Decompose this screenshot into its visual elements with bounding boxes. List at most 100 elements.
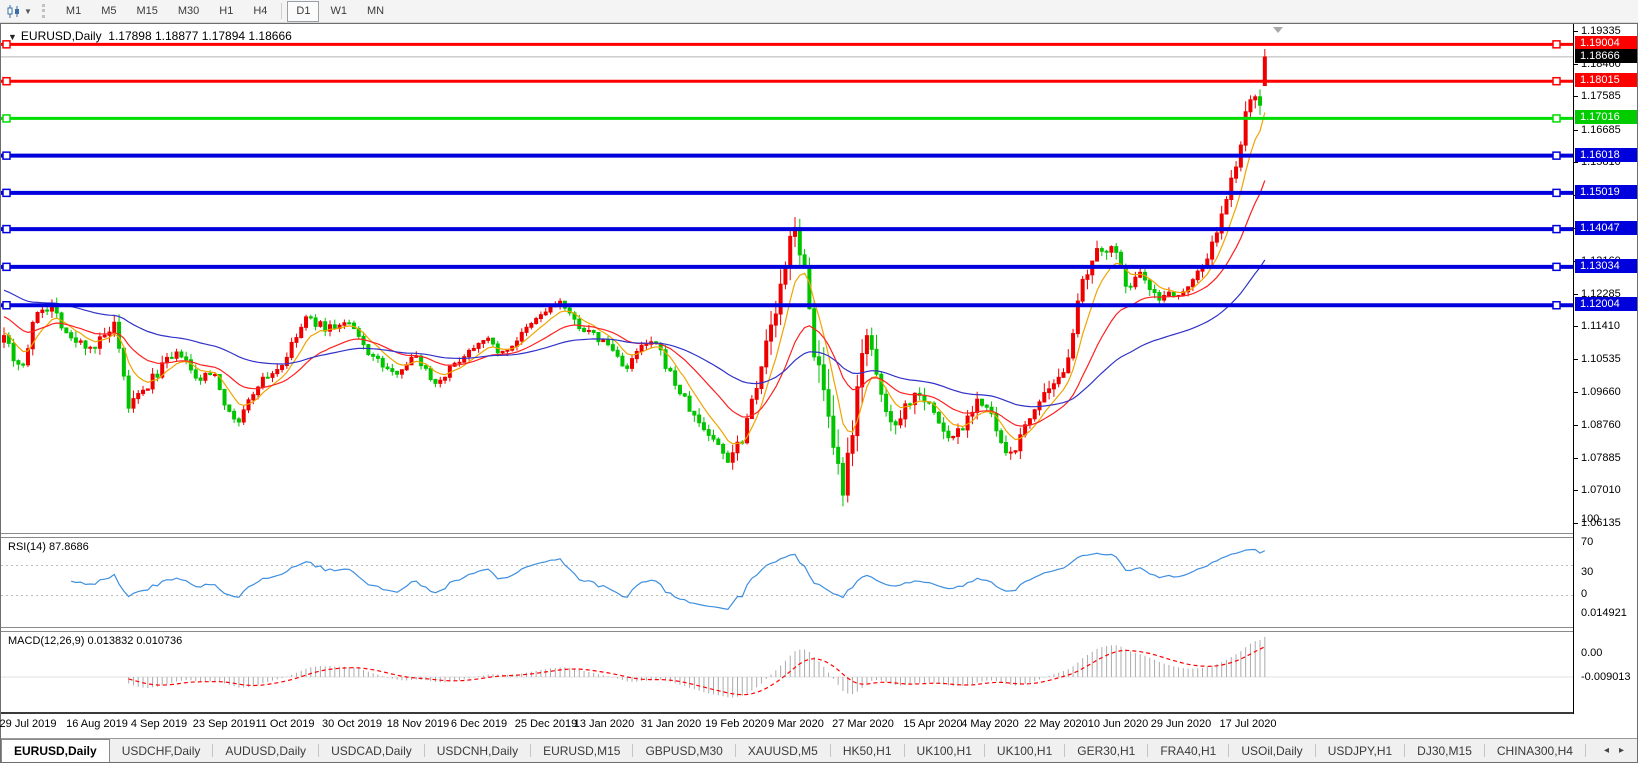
date-axis[interactable]: 29 Jul 201916 Aug 20194 Sep 201923 Sep 2… <box>1 714 1637 737</box>
chart-tab-dj30-m15[interactable]: DJ30,M15 <box>1405 739 1484 762</box>
axis-tick-label[interactable]: 1.09660 <box>1581 386 1621 398</box>
axis-tick[interactable] <box>1574 31 1578 32</box>
price-level-badge[interactable]: 1.15019 <box>1575 185 1637 199</box>
hline-handle[interactable] <box>1553 41 1560 48</box>
chart-tab-usdchf-daily[interactable]: USDCHF,Daily <box>110 739 213 762</box>
timeframe-button-m1[interactable]: M1 <box>57 1 90 22</box>
chart-tab-audusd-daily[interactable]: AUDUSD,Daily <box>213 739 318 762</box>
date-axis-label[interactable]: 6 Dec 2019 <box>451 718 507 730</box>
chart-tab-usdcnh-daily[interactable]: USDCNH,Daily <box>425 739 530 762</box>
date-axis-label[interactable]: 30 Oct 2019 <box>322 718 382 730</box>
date-axis-label[interactable]: 31 Jan 2020 <box>641 718 702 730</box>
price-level-badge[interactable]: 1.16018 <box>1575 148 1637 162</box>
date-axis-label[interactable]: 27 Mar 2020 <box>832 718 894 730</box>
chart-tab-gbpusd-m30[interactable]: GBPUSD,M30 <box>633 739 734 762</box>
axis-tick[interactable] <box>1574 130 1578 131</box>
timeframe-button-d1[interactable]: D1 <box>287 1 319 22</box>
axis-tick[interactable] <box>1574 96 1578 97</box>
date-axis-label[interactable]: 29 Jul 2019 <box>0 718 56 730</box>
collapse-caret-icon[interactable]: ▼ <box>8 32 17 42</box>
price-level-badge[interactable]: 1.18015 <box>1575 73 1637 87</box>
hline-handle[interactable] <box>3 152 10 159</box>
price-level-badge[interactable]: 1.18666 <box>1575 49 1637 63</box>
rsi-axis-label[interactable]: 100 <box>1581 513 1599 525</box>
hline-handle[interactable] <box>3 78 10 85</box>
hline-handle[interactable] <box>1553 78 1560 85</box>
timeframe-button-mn[interactable]: MN <box>358 1 393 22</box>
price-level-badge[interactable]: 1.13034 <box>1575 259 1637 273</box>
hline-handle[interactable] <box>3 226 10 233</box>
axis-tick-label[interactable]: 1.16685 <box>1581 124 1621 136</box>
date-axis-label[interactable]: 19 Feb 2020 <box>705 718 767 730</box>
macd-pane[interactable]: MACD(12,26,9) 0.013832 0.010736 <box>1 632 1573 712</box>
hline-handle[interactable] <box>1553 302 1560 309</box>
axis-tick[interactable] <box>1574 425 1578 426</box>
rsi-axis-label[interactable]: 70 <box>1581 536 1593 548</box>
date-axis-label[interactable]: 4 May 2020 <box>961 718 1018 730</box>
hline-handle[interactable] <box>1553 189 1560 196</box>
rsi-pane[interactable]: RSI(14) 87.8686 <box>1 538 1573 627</box>
date-axis-label[interactable]: 11 Oct 2019 <box>255 718 314 730</box>
toolbar-grip[interactable] <box>42 4 48 18</box>
timeframe-button-m30[interactable]: M30 <box>169 1 208 22</box>
axis-tick[interactable] <box>1574 359 1578 360</box>
tab-separator[interactable] <box>1585 744 1586 757</box>
hline-handle[interactable] <box>3 302 10 309</box>
chart-tab-china300-h4[interactable]: CHINA300,H4 <box>1485 739 1585 762</box>
axis-tick-label[interactable]: 1.07010 <box>1581 484 1621 496</box>
tab-scroll-right[interactable]: ▸ <box>1614 745 1629 756</box>
timeframe-button-w1[interactable]: W1 <box>321 1 356 22</box>
macd-axis-label[interactable]: -0.009013 <box>1581 671 1631 683</box>
axis-tick[interactable] <box>1574 64 1578 65</box>
axis-tick-label[interactable]: 1.11410 <box>1581 320 1620 332</box>
date-axis-label[interactable]: 25 Dec 2019 <box>515 718 577 730</box>
date-axis-label[interactable]: 10 Jun 2020 <box>1088 718 1149 730</box>
date-axis-label[interactable]: 4 Sep 2019 <box>131 718 187 730</box>
price-axis[interactable]: 1.193351.184601.175851.166851.158101.149… <box>1573 24 1637 714</box>
hline-handle[interactable] <box>3 263 10 270</box>
price-level-badge[interactable]: 1.17016 <box>1575 110 1637 124</box>
hline-handle[interactable] <box>1553 226 1560 233</box>
chart-shift-marker-icon[interactable] <box>1273 27 1283 33</box>
chart-tab-uk100-h1[interactable]: UK100,H1 <box>905 739 984 762</box>
chart-tab-xauusd-m5[interactable]: XAUUSD,M5 <box>736 739 830 762</box>
chart-tab-usdcad-daily[interactable]: USDCAD,Daily <box>319 739 424 762</box>
hline-handle[interactable] <box>1553 115 1560 122</box>
timeframe-button-m5[interactable]: M5 <box>92 1 125 22</box>
axis-tick-label[interactable]: 1.10535 <box>1581 353 1621 365</box>
date-axis-label[interactable]: 22 May 2020 <box>1024 718 1088 730</box>
chart-tab-usdjpy-h1[interactable]: USDJPY,H1 <box>1316 739 1404 762</box>
macd-axis-label[interactable]: 0.00 <box>1581 647 1602 659</box>
rsi-canvas[interactable] <box>1 538 1573 627</box>
chart-tool-dropdown[interactable]: ▼ <box>0 0 36 22</box>
chart-tab-eurusd-daily[interactable]: EURUSD,Daily <box>1 739 110 762</box>
date-axis-label[interactable]: 13 Jan 2020 <box>574 718 635 730</box>
chart-tab-hk50-h1[interactable]: HK50,H1 <box>831 739 904 762</box>
axis-tick[interactable] <box>1574 490 1578 491</box>
chart-tab-ger30-h1[interactable]: GER30,H1 <box>1065 739 1147 762</box>
price-level-badge[interactable]: 1.12004 <box>1575 297 1637 311</box>
timeframe-button-h1[interactable]: H1 <box>210 1 242 22</box>
axis-tick-label[interactable]: 1.07885 <box>1581 452 1621 464</box>
hline-handle[interactable] <box>1553 263 1560 270</box>
chart-tab-uk100-h1[interactable]: UK100,H1 <box>985 739 1064 762</box>
date-axis-label[interactable]: 9 Mar 2020 <box>768 718 824 730</box>
axis-tick[interactable] <box>1574 162 1578 163</box>
axis-tick[interactable] <box>1574 523 1578 524</box>
hline-handle[interactable] <box>3 189 10 196</box>
hline-handle[interactable] <box>1553 152 1560 159</box>
axis-tick[interactable] <box>1574 294 1578 295</box>
timeframe-button-m15[interactable]: M15 <box>127 1 166 22</box>
axis-tick-label[interactable]: 1.17585 <box>1581 90 1621 102</box>
main-price-pane[interactable]: ▼EURUSD,Daily 1.17898 1.18877 1.17894 1.… <box>1 25 1573 533</box>
chart-tab-eurusd-m15[interactable]: EURUSD,M15 <box>531 739 632 762</box>
macd-canvas[interactable] <box>1 632 1573 712</box>
date-axis-label[interactable]: 18 Nov 2019 <box>387 718 449 730</box>
date-axis-label[interactable]: 15 Apr 2020 <box>903 718 962 730</box>
price-level-badge[interactable]: 1.19004 <box>1575 36 1637 50</box>
price-level-badge[interactable]: 1.14047 <box>1575 221 1637 235</box>
rsi-axis-label[interactable]: 30 <box>1581 566 1593 578</box>
chart-tab-usoil-daily[interactable]: USOil,Daily <box>1229 739 1314 762</box>
chart-tab-fra40-h1[interactable]: FRA40,H1 <box>1148 739 1228 762</box>
price-chart-canvas[interactable] <box>1 25 1573 533</box>
